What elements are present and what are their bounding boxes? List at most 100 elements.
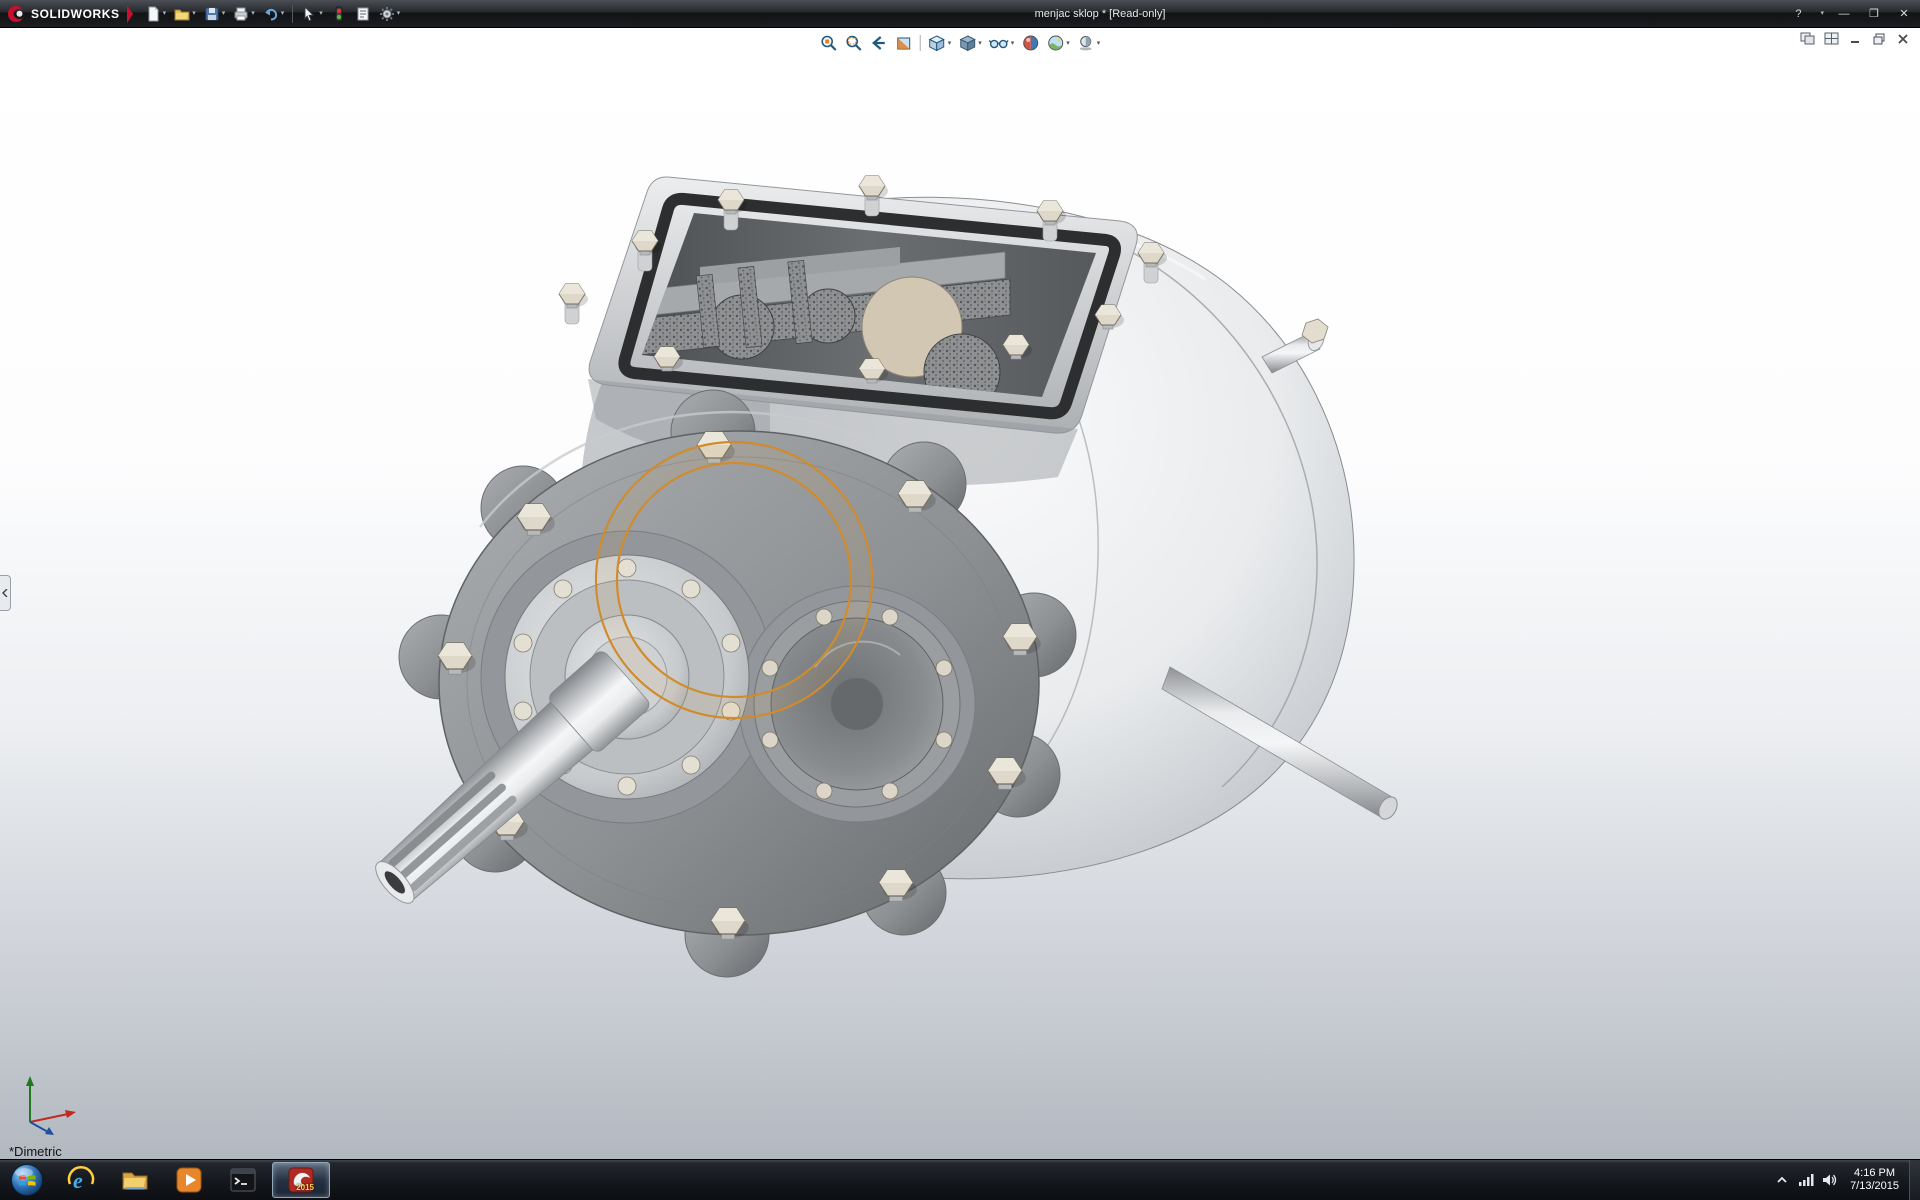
open-button[interactable]: ▾ xyxy=(171,3,199,25)
edit-appearance-button[interactable] xyxy=(1018,32,1042,54)
dropdown-caret[interactable]: ▾ xyxy=(1066,40,1070,47)
dropdown-caret[interactable]: ▾ xyxy=(1097,40,1101,47)
dropdown-caret[interactable]: ▾ xyxy=(281,10,285,17)
clock-time: 4:16 PM xyxy=(1850,1167,1899,1180)
cascade-windows-button[interactable] xyxy=(1798,31,1816,46)
view-orientation-label: *Dimetric xyxy=(9,1144,62,1159)
select-cursor-icon xyxy=(301,6,317,22)
view-orientation-cube-icon xyxy=(928,34,946,52)
taskbar-item-internet-explorer[interactable]: e xyxy=(54,1160,108,1200)
solidworks-logo: SOLIDWORKS xyxy=(0,5,141,23)
dropdown-caret[interactable]: ▾ xyxy=(948,40,952,47)
file-properties-icon xyxy=(355,6,371,22)
zoom-to-fit-icon xyxy=(820,34,838,52)
printer-icon xyxy=(233,6,249,22)
minimize-button[interactable]: — xyxy=(1834,8,1854,20)
section-view-icon xyxy=(895,34,913,52)
dropdown-caret[interactable]: ▾ xyxy=(1011,40,1015,47)
brand-text: SOLIDWORKS xyxy=(31,7,120,21)
orientation-triad xyxy=(14,1072,84,1136)
expand-panel-arrow-icon xyxy=(2,589,8,597)
close-document-button[interactable] xyxy=(1894,31,1912,46)
previous-view-button[interactable] xyxy=(867,32,891,54)
taskbar-item-media-player[interactable] xyxy=(162,1160,216,1200)
tile-windows-icon xyxy=(1824,32,1839,45)
document-window-controls xyxy=(1798,31,1912,46)
tile-windows-button[interactable] xyxy=(1822,31,1840,46)
display-style-button[interactable]: ▾ xyxy=(955,32,985,54)
ds-logo-icon xyxy=(6,5,26,23)
dropdown-caret[interactable]: ▾ xyxy=(192,10,196,17)
options-gear-icon xyxy=(379,6,395,22)
rebuild-icon xyxy=(331,6,347,22)
display-style-icon xyxy=(958,34,976,52)
hide-show-glasses-icon xyxy=(989,34,1009,52)
view-orientation-button[interactable]: ▾ xyxy=(925,32,955,54)
hide-show-items-button[interactable]: ▾ xyxy=(986,32,1018,54)
taskbar-clock[interactable]: 4:16 PM 7/13/2015 xyxy=(1842,1167,1909,1193)
graphics-viewport[interactable]: ▾ ▾ ▾ ▾ ▾ xyxy=(0,27,1920,1160)
edit-appearance-ball-icon xyxy=(1021,34,1039,52)
new-document-button[interactable]: ▾ xyxy=(142,3,170,25)
apply-scene-icon xyxy=(1046,34,1064,52)
dropdown-caret[interactable]: ▾ xyxy=(319,10,323,17)
taskbar-item-command-prompt[interactable] xyxy=(216,1160,270,1200)
section-view-button[interactable] xyxy=(892,32,916,54)
rebuild-button[interactable] xyxy=(328,3,350,25)
view-settings-button[interactable]: ▾ xyxy=(1074,32,1104,54)
zoom-to-fit-button[interactable] xyxy=(817,32,841,54)
restore-document-icon xyxy=(1872,33,1886,45)
apply-scene-button[interactable]: ▾ xyxy=(1043,32,1073,54)
heads-up-view-toolbar: ▾ ▾ ▾ ▾ ▾ xyxy=(817,32,1104,54)
media-player-icon xyxy=(174,1165,204,1195)
minimize-document-button[interactable] xyxy=(1846,31,1864,46)
dropdown-caret[interactable]: ▾ xyxy=(397,10,401,17)
select-button[interactable]: ▾ xyxy=(298,3,326,25)
restore-document-button[interactable] xyxy=(1870,31,1888,46)
file-properties-button[interactable] xyxy=(352,3,374,25)
clock-date: 7/13/2015 xyxy=(1850,1180,1899,1193)
help-button[interactable]: ? xyxy=(1788,8,1808,20)
3d-model-gearbox[interactable] xyxy=(0,27,1920,1160)
save-button[interactable]: ▾ xyxy=(201,3,229,25)
new-document-icon xyxy=(145,6,161,22)
windows-start-orb-icon xyxy=(10,1163,44,1197)
maximize-button[interactable]: ❐ xyxy=(1864,7,1884,20)
tray-expand-button[interactable] xyxy=(1770,1160,1794,1200)
cascade-windows-icon xyxy=(1800,32,1815,45)
command-prompt-icon xyxy=(228,1165,258,1195)
windows-taskbar: e 2015 xyxy=(0,1159,1920,1200)
dropdown-caret[interactable]: ▾ xyxy=(222,10,226,17)
solidworks-version-badge: 2015 xyxy=(296,1183,314,1192)
close-button[interactable]: ✕ xyxy=(1894,7,1914,20)
dropdown-caret[interactable]: ▾ xyxy=(163,10,167,17)
close-document-icon xyxy=(1896,33,1910,45)
volume-status[interactable] xyxy=(1818,1160,1842,1200)
svg-text:e: e xyxy=(73,1168,83,1193)
start-button[interactable] xyxy=(0,1160,54,1200)
network-status[interactable] xyxy=(1794,1160,1818,1200)
toolbar-separator xyxy=(920,35,921,51)
undo-arrow-icon xyxy=(263,6,279,22)
window-title: menjac sklop * [Read-only] xyxy=(420,8,1780,20)
print-button[interactable]: ▾ xyxy=(230,3,258,25)
tray-expand-icon xyxy=(1776,1175,1788,1185)
undo-button[interactable]: ▾ xyxy=(260,3,288,25)
featuremanager-collapsed-tab[interactable] xyxy=(0,575,11,611)
dropdown-caret[interactable]: ▾ xyxy=(978,40,982,47)
titlebar: SOLIDWORKS ▾ ▾ ▾ ▾ ▾ ▾ xyxy=(0,0,1920,28)
internet-explorer-icon: e xyxy=(66,1165,96,1195)
view-settings-icon xyxy=(1077,34,1095,52)
zoom-to-area-button[interactable] xyxy=(842,32,866,54)
dropdown-caret[interactable]: ▾ xyxy=(251,10,255,17)
taskbar-item-windows-explorer[interactable] xyxy=(108,1160,162,1200)
save-floppy-icon xyxy=(204,6,220,22)
show-desktop-button[interactable] xyxy=(1909,1160,1920,1200)
help-dropdown-caret[interactable]: ▾ xyxy=(1820,10,1824,17)
zoom-to-area-icon xyxy=(845,34,863,52)
taskbar-item-solidworks[interactable]: 2015 xyxy=(272,1162,330,1198)
menu-bar-toolbar: ▾ ▾ ▾ ▾ ▾ ▾ ▾ xyxy=(141,0,405,27)
options-button[interactable]: ▾ xyxy=(376,3,404,25)
minimize-document-icon xyxy=(1848,33,1862,45)
system-tray: 4:16 PM 7/13/2015 xyxy=(1770,1160,1920,1200)
